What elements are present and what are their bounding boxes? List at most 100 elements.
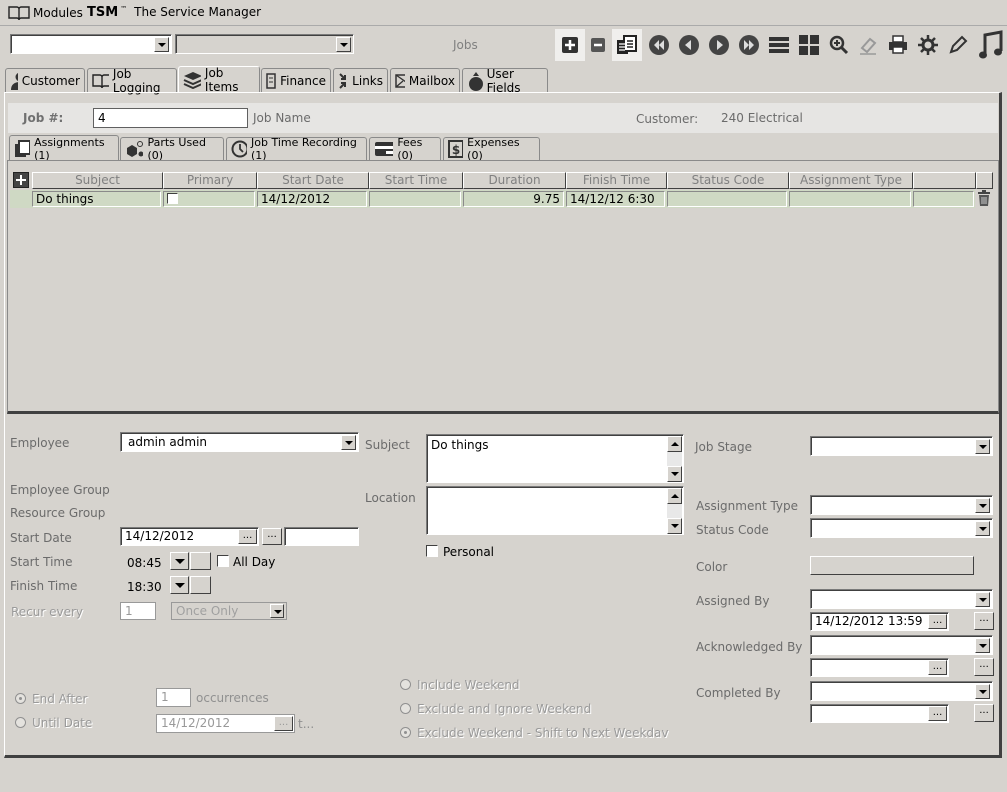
chevron-down-icon[interactable] [975,592,990,607]
start-time-extra-button[interactable] [190,552,211,570]
finish-time-dropdown[interactable] [170,576,189,594]
exclude-shift-weekend-radio[interactable] [400,727,411,738]
start-time-value[interactable]: 08:45 [127,556,162,570]
chevron-down-icon[interactable] [975,521,990,536]
color-picker-button[interactable] [810,556,974,575]
cell-assignment-type[interactable] [789,191,911,207]
primary-checkbox[interactable] [167,193,178,204]
col-start-time[interactable]: Start Time [369,172,463,189]
add-row-button[interactable] [13,172,29,188]
completed-extra-button[interactable]: ... [974,704,994,722]
subtab-expenses[interactable]: $ Expenses (0) [443,136,540,162]
music-button[interactable] [975,29,1007,61]
tab-links[interactable]: Links [333,68,388,92]
tab-customer[interactable]: Customer [5,68,85,92]
start-date-picker-button[interactable]: ... [238,529,257,544]
previous-record-button[interactable] [676,32,702,58]
personal-checkbox[interactable] [426,545,438,557]
chevron-down-icon[interactable] [270,604,284,618]
col-primary[interactable]: Primary [163,172,257,189]
cell-subject[interactable]: Do things [32,191,161,207]
add-button[interactable] [555,29,585,61]
completed-date-picker-button[interactable]: ... [928,706,947,721]
acknowledged-date-picker-button[interactable]: ... [928,660,947,675]
chevron-down-icon[interactable] [975,439,990,454]
job-stage-select[interactable] [810,436,993,456]
start-date-input[interactable]: 14/12/2012 ... [120,527,259,546]
cell-finish-time[interactable]: 14/12/12 6:30 [566,191,665,207]
acknowledged-extra-button[interactable]: ... [974,658,994,676]
start-time-dropdown[interactable] [170,552,189,570]
col-duration[interactable]: Duration [463,172,566,189]
eraser-button[interactable] [855,32,881,58]
recur-select[interactable]: Once Only [171,602,287,620]
exclude-ignore-weekend-radio[interactable] [400,703,411,714]
finish-time-extra-button[interactable] [190,576,211,594]
until-date-input[interactable]: 14/12/2012 ... [156,714,295,733]
subject-textarea[interactable]: Do things [426,434,684,483]
subject-scrollbar[interactable] [667,436,682,482]
assigned-by-select[interactable] [810,589,993,609]
tab-job-logging[interactable]: Job Logging [87,67,177,95]
job-no-input[interactable]: 4 [93,108,248,128]
finish-time-value[interactable]: 18:30 [127,580,162,594]
col-extra[interactable] [913,172,976,189]
remove-button[interactable] [585,29,611,61]
cell-status-code[interactable] [667,191,787,207]
recur-input[interactable]: 1 [120,602,156,620]
delete-row-button[interactable] [977,190,993,208]
scroll-up-icon[interactable] [667,436,682,452]
chevron-down-icon[interactable] [154,37,169,52]
tab-finance[interactable]: Finance [261,68,331,92]
end-after-input[interactable]: 1 [156,688,191,707]
all-day-checkbox[interactable] [217,555,229,567]
until-date-radio[interactable] [15,717,26,728]
grid-view-button[interactable] [796,32,822,58]
filter-combo-1[interactable] [10,34,172,54]
filter-combo-2[interactable] [175,34,354,54]
tab-job-items[interactable]: Job Items [178,66,260,94]
list-view-button[interactable] [766,32,792,58]
end-after-radio[interactable] [15,693,26,704]
assigned-extra-button[interactable]: ... [974,612,994,630]
print-button[interactable] [885,32,911,58]
scroll-up-icon[interactable] [667,488,682,504]
scroll-down-icon[interactable] [667,466,682,482]
cell-extra[interactable] [913,191,974,207]
acknowledged-by-select[interactable] [810,635,993,655]
subtab-fees[interactable]: Fees (0) [369,136,441,162]
col-start-date[interactable]: Start Date [257,172,369,189]
col-subject[interactable]: Subject [32,172,163,189]
chevron-down-icon[interactable] [336,37,351,52]
cell-primary[interactable] [163,191,255,207]
col-assignment-type[interactable]: Assignment Type [789,172,913,189]
edit-button[interactable] [945,32,971,58]
acknowledged-date-input[interactable]: ... [810,658,949,677]
settings-button[interactable] [915,32,941,58]
chevron-down-icon[interactable] [341,435,356,450]
cell-start-time[interactable] [369,191,461,207]
first-record-button[interactable] [646,32,672,58]
subtab-job-time-recording[interactable]: Job Time Recording (1) [226,136,367,162]
col-status-code[interactable]: Status Code [667,172,789,189]
start-date-extra-button[interactable]: ... [262,528,282,545]
completed-date-input[interactable]: ... [810,704,949,723]
location-textarea[interactable] [426,486,684,535]
assigned-date-input[interactable]: 14/12/2012 13:59 ... [810,612,949,631]
include-weekend-radio[interactable] [400,679,411,690]
tab-mailbox[interactable]: Mailbox [390,68,460,92]
col-finish-time[interactable]: Finish Time [566,172,667,189]
assignment-type-select[interactable] [810,495,993,515]
location-scrollbar[interactable] [667,488,682,534]
next-record-button[interactable] [706,32,732,58]
cell-start-date[interactable]: 14/12/2012 [257,191,367,207]
subtab-parts-used[interactable]: Parts Used (0) [120,136,224,162]
scroll-down-icon[interactable] [667,518,682,534]
modules-menu[interactable]: Modules [8,5,83,21]
employee-select[interactable]: admin admin [120,432,359,452]
zoom-button[interactable] [826,32,852,58]
copy-button[interactable] [612,29,642,61]
tab-user-fields[interactable]: User Fields [462,67,548,95]
cell-duration[interactable]: 9.75 [463,191,564,207]
until-date-picker-button[interactable]: ... [274,716,293,731]
